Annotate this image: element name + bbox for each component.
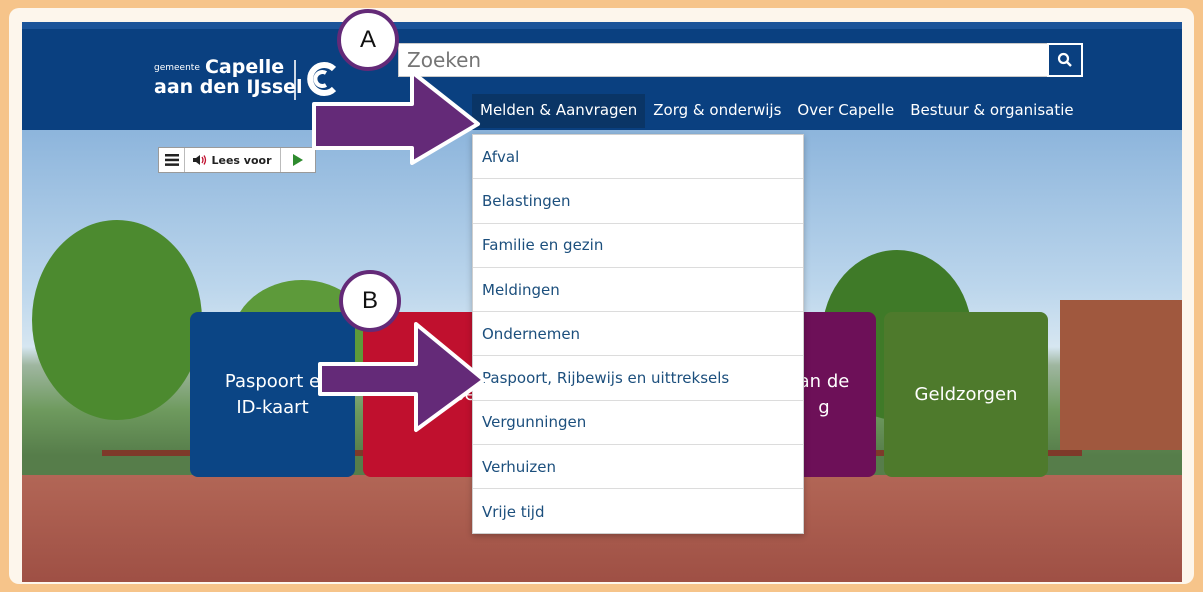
search-bar bbox=[398, 43, 1084, 77]
tile-purple-label: an de g bbox=[798, 370, 850, 418]
dropdown-item-paspoort[interactable]: Paspoort, Rijbewijs en uittreksels bbox=[473, 356, 803, 401]
nav-zorg-onderwijs[interactable]: Zorg & onderwijs bbox=[645, 94, 789, 128]
lees-voor-label: Lees voor bbox=[211, 153, 272, 167]
nav-bestuur-organisatie[interactable]: Bestuur & organisatie bbox=[902, 94, 1081, 128]
search-icon bbox=[1057, 52, 1072, 67]
main-nav: Melden & Aanvragen Zorg & onderwijs Over… bbox=[472, 94, 1082, 128]
site-logo[interactable]: gemeente Capelle aan den IJssel bbox=[154, 56, 303, 98]
dropdown-item-belastingen[interactable]: Belastingen bbox=[473, 179, 803, 224]
tree bbox=[32, 220, 202, 420]
search-input[interactable] bbox=[398, 43, 1048, 77]
building bbox=[1060, 300, 1182, 450]
logo-divider bbox=[294, 60, 296, 100]
site-header: gemeente Capelle aan den IJssel Melden &… bbox=[22, 22, 1182, 130]
read-aloud-toolbar: Lees voor bbox=[158, 147, 316, 173]
dropdown-item-vrije-tijd[interactable]: Vrije tijd bbox=[473, 489, 803, 533]
search-button[interactable] bbox=[1047, 43, 1083, 77]
logo-prefix: gemeente bbox=[154, 63, 200, 73]
readbar-menu-button[interactable] bbox=[159, 148, 185, 172]
annotation-badge-b-label: B bbox=[361, 287, 378, 314]
melden-aanvragen-dropdown: Afval Belastingen Familie en gezin Meldi… bbox=[472, 134, 804, 534]
logo-line2: aan den IJssel bbox=[154, 76, 303, 98]
annotation-arrow-a bbox=[312, 70, 480, 165]
play-button[interactable] bbox=[281, 148, 315, 172]
nav-over-capelle[interactable]: Over Capelle bbox=[789, 94, 902, 128]
annotation-arrow-b bbox=[318, 322, 486, 432]
annotation-badge-b: B bbox=[339, 270, 401, 332]
dropdown-item-meldingen[interactable]: Meldingen bbox=[473, 268, 803, 313]
speaker-icon bbox=[193, 155, 207, 165]
nav-melden-aanvragen[interactable]: Melden & Aanvragen bbox=[472, 94, 646, 128]
annotation-badge-a: A bbox=[337, 9, 399, 71]
tile-paspoort-label: Paspoort e ID-kaart bbox=[224, 370, 321, 418]
browser-screen: gemeente Capelle aan den IJssel Melden &… bbox=[22, 22, 1182, 582]
annotation-badge-a-label: A bbox=[359, 26, 376, 53]
dropdown-item-vergunningen[interactable]: Vergunningen bbox=[473, 401, 803, 446]
lees-voor-button[interactable]: Lees voor bbox=[185, 148, 281, 172]
dropdown-item-verhuizen[interactable]: Verhuizen bbox=[473, 445, 803, 490]
menu-icon bbox=[164, 154, 179, 166]
dropdown-item-afval[interactable]: Afval bbox=[473, 135, 803, 180]
play-icon bbox=[293, 154, 303, 166]
tile-geldzorgen-label: Geldzorgen bbox=[914, 383, 1018, 405]
tile-geldzorgen[interactable]: Geldzorgen bbox=[884, 312, 1048, 477]
dropdown-item-familie-gezin[interactable]: Familie en gezin bbox=[473, 224, 803, 268]
dropdown-item-ondernemen[interactable]: Ondernemen bbox=[473, 312, 803, 357]
logo-name: Capelle bbox=[204, 56, 285, 78]
